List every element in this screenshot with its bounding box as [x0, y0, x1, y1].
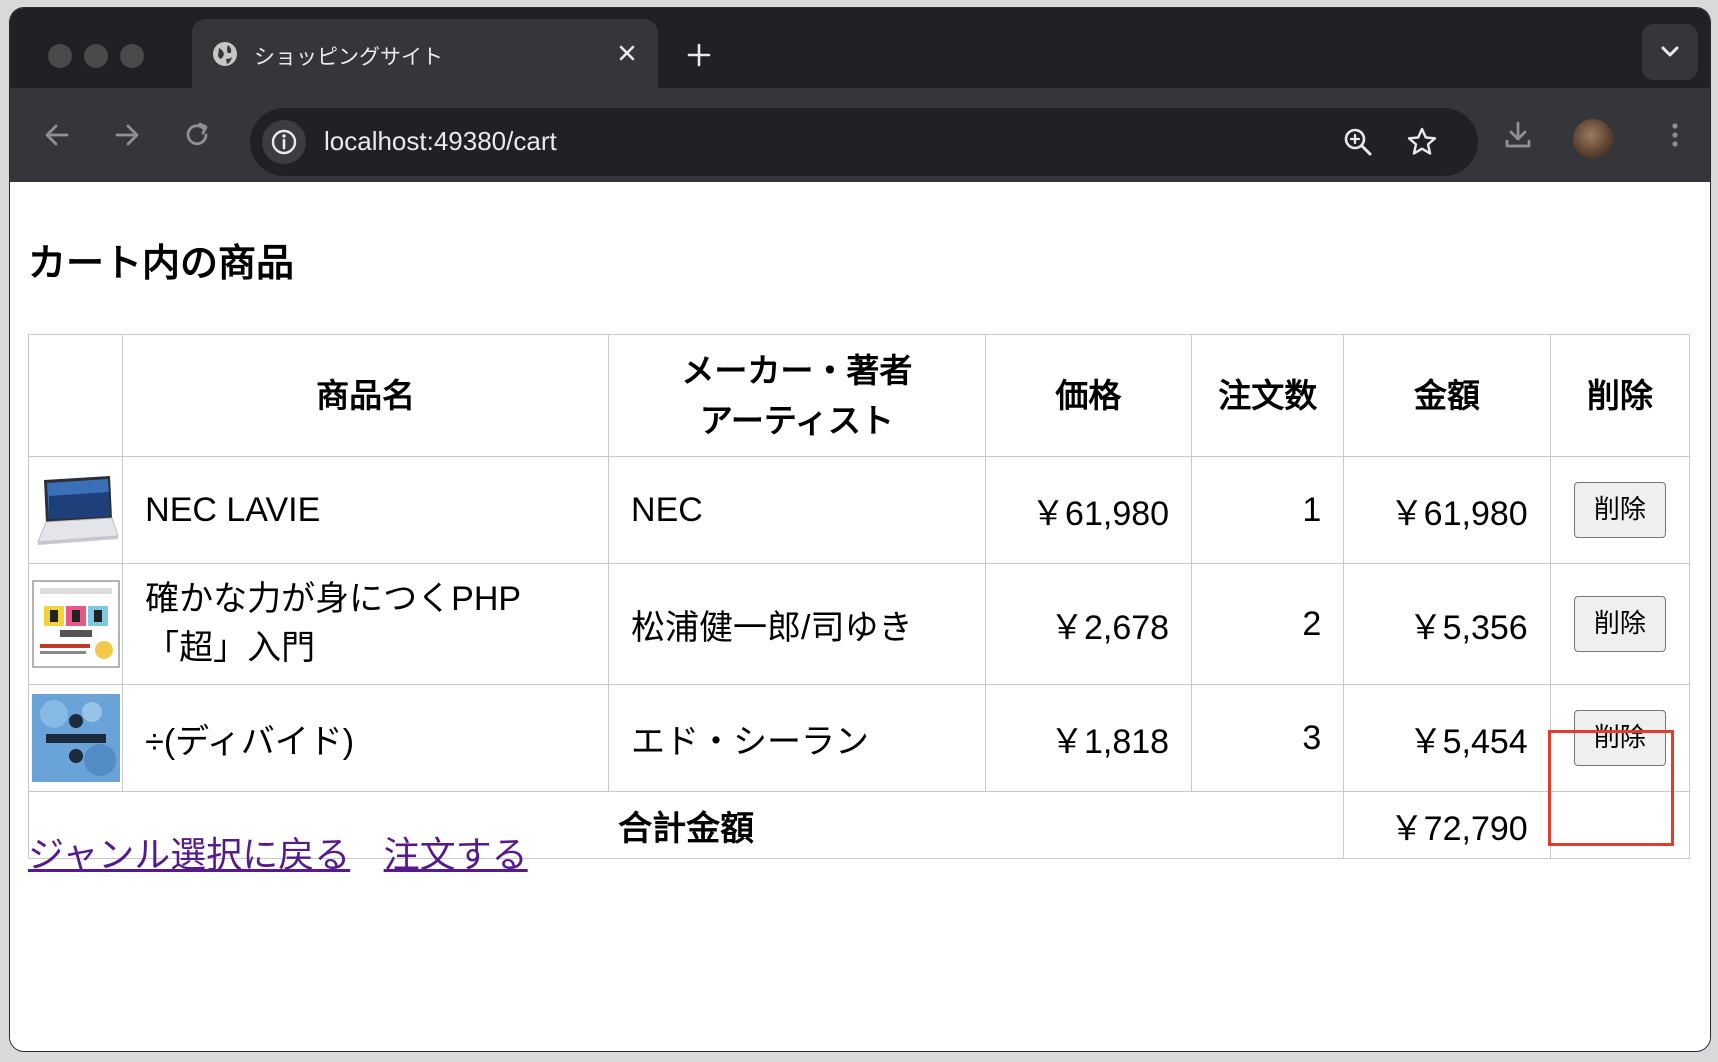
header-thumbnail	[27, 334, 124, 457]
delete-cell: 削除	[1549, 456, 1691, 564]
product-name: 確かな力が身につくPHP「超」入門	[122, 563, 610, 685]
product-name: ÷(ディバイド)	[122, 684, 610, 792]
thumbnail-cell	[27, 684, 124, 792]
place-order-link[interactable]: 注文する	[384, 835, 528, 876]
laptop-image	[36, 476, 119, 545]
product-maker: エド・シーラン	[608, 684, 986, 792]
table-header-row: 商品名 メーカー・著者 アーティスト 価格 注文数 金額 削除	[27, 334, 1691, 457]
product-quantity: 3	[1191, 684, 1345, 792]
total-amount: ￥72,790	[1343, 791, 1551, 859]
header-amount: 金額	[1343, 334, 1551, 457]
php-book-cover	[31, 580, 120, 668]
minimize-window-button[interactable]	[84, 44, 108, 68]
delete-button[interactable]: 削除	[1573, 596, 1666, 652]
reload-icon[interactable]	[178, 116, 216, 154]
header-delete: 削除	[1549, 334, 1691, 457]
delete-cell: 削除	[1549, 563, 1691, 685]
total-empty-cell	[1549, 791, 1691, 859]
profile-avatar[interactable]	[1573, 119, 1613, 159]
table-row: NEC LAVIE NEC ￥61,980 1 ￥61,980 削除	[27, 456, 1691, 564]
browser-window: ショッピングサイト localhost:49380/cart カート内の商品 商…	[10, 8, 1710, 1051]
header-product-name: 商品名	[122, 334, 610, 457]
zoom-window-button[interactable]	[120, 44, 144, 68]
product-quantity: 1	[1191, 456, 1345, 564]
download-icon[interactable]	[1499, 116, 1537, 154]
close-icon[interactable]	[610, 36, 644, 70]
site-info-button[interactable]	[262, 120, 306, 164]
forward-arrow-icon[interactable]	[108, 116, 146, 154]
tab-title: ショッピングサイト	[254, 45, 443, 69]
cart-table: 商品名 メーカー・著者 アーティスト 価格 注文数 金額 削除 NEC LAVI…	[27, 334, 1691, 859]
browser-toolbar: localhost:49380/cart	[10, 88, 1710, 182]
bookmark-star-icon[interactable]	[1404, 124, 1440, 160]
page-links: ジャンル選択に戻る 注文する	[28, 826, 550, 878]
header-quantity: 注文数	[1191, 334, 1345, 457]
page-content: カート内の商品 商品名 メーカー・著者 アーティスト 価格 注文数 金額 削除 …	[10, 182, 1710, 1051]
product-price: ￥2,678	[984, 563, 1193, 685]
header-maker: メーカー・著者 アーティスト	[608, 334, 986, 457]
tab-strip: ショッピングサイト	[10, 8, 1710, 88]
back-arrow-icon[interactable]	[38, 116, 76, 154]
info-icon	[271, 129, 297, 155]
url-text: localhost:49380/cart	[324, 126, 557, 156]
product-amount: ￥5,454	[1343, 684, 1551, 792]
product-quantity: 2	[1191, 563, 1345, 685]
product-amount: ￥5,356	[1343, 563, 1551, 685]
chevron-down-icon	[1661, 46, 1679, 57]
delete-button[interactable]: 削除	[1573, 482, 1666, 538]
delete-cell: 削除	[1549, 684, 1691, 792]
table-row: 確かな力が身につくPHP「超」入門 松浦健一郎/司ゆき ￥2,678 2 ￥5,…	[27, 563, 1691, 685]
back-to-genre-link[interactable]: ジャンル選択に戻る	[28, 835, 350, 876]
product-price: ￥61,980	[984, 456, 1193, 564]
address-bar[interactable]: localhost:49380/cart	[250, 108, 1478, 176]
thumbnail-cell	[27, 563, 124, 685]
product-price: ￥1,818	[984, 684, 1193, 792]
browser-tab[interactable]: ショッピングサイト	[192, 19, 658, 88]
page-title: カート内の商品	[28, 241, 295, 285]
delete-button[interactable]: 削除	[1573, 710, 1666, 766]
tab-search-button[interactable]	[1642, 24, 1698, 80]
album-cover	[31, 694, 120, 782]
product-maker: NEC	[608, 456, 986, 564]
zoom-icon[interactable]	[1340, 124, 1376, 160]
product-name: NEC LAVIE	[122, 456, 610, 564]
more-menu-icon[interactable]	[1656, 116, 1694, 154]
header-maker-line2: アーティスト	[699, 400, 894, 440]
globe-icon	[213, 42, 237, 66]
header-price: 価格	[984, 334, 1193, 457]
close-window-button[interactable]	[48, 44, 72, 68]
thumbnail-cell	[27, 456, 124, 564]
product-maker: 松浦健一郎/司ゆき	[608, 563, 986, 685]
header-maker-line1: メーカー・著者	[681, 351, 913, 390]
product-amount: ￥61,980	[1343, 456, 1551, 564]
new-tab-icon[interactable]	[682, 38, 716, 72]
table-row: ÷(ディバイド) エド・シーラン ￥1,818 3 ￥5,454 削除	[27, 684, 1691, 792]
